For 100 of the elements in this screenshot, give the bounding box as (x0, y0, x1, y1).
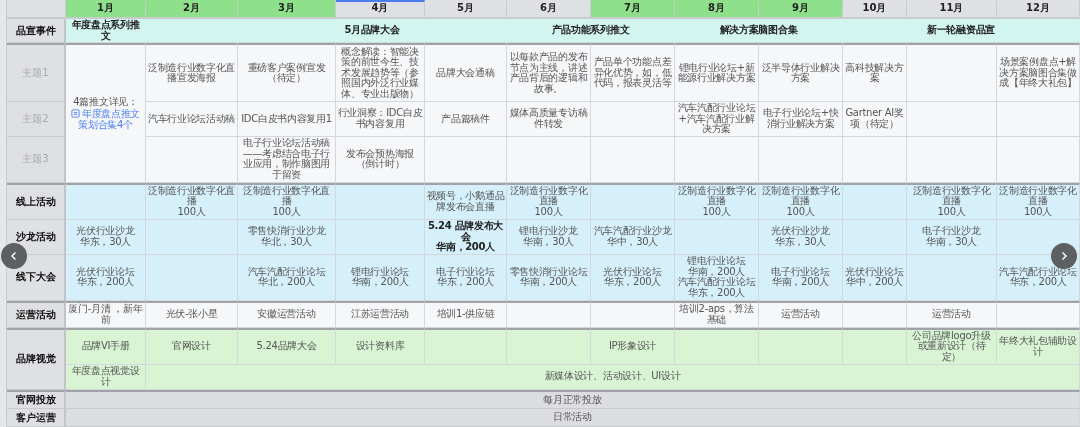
cell-text: 100人 (702, 207, 731, 218)
cell-text: 锂电行业论坛 (687, 256, 746, 267)
month-header: 5月 (425, 0, 507, 19)
cell-text: 概念解读：智能决策的前世今生、技术发展趋势等（参照国内外泛行业媒体、专业出版物） (340, 46, 420, 100)
cell-text: 华南，30人 (523, 236, 574, 248)
cell-text: IDC白皮书内容复用1 (241, 113, 332, 124)
row-label: 沙龙活动 (15, 229, 56, 244)
row-label: 运营活动 (15, 307, 56, 322)
month-header: 3月 (238, 0, 336, 19)
cell-text: 产品篇稿件 (441, 113, 490, 124)
cell-text: 每月正常投放 (543, 394, 602, 406)
cell-text: 100人 (272, 207, 301, 218)
cell-text: 光伏-张小星 (165, 309, 218, 320)
month-header: 12月 (997, 0, 1080, 19)
cell-text: 华东，200人 (1009, 277, 1067, 288)
cell-text: 泛制造行业数字化直播宣发海报 (147, 62, 236, 84)
cell-text: 厦门-月清 ，新年前 (67, 304, 144, 326)
row-label: 官网投放 (15, 392, 56, 407)
cell-text: 泛半导体行业解决方案 (760, 62, 841, 84)
cell-text: 场景案例盘点+解决方案脑图合集做成【年终大礼包】 (998, 57, 1078, 89)
cell-text: 华中，30人 (607, 236, 658, 248)
month-header: 6月 (507, 0, 591, 19)
cell-text: 华南，200人 (520, 277, 577, 288)
cell-text: 解决方案脑图合集 (719, 25, 798, 36)
cell-text: 零售快消行业沙龙 (247, 226, 326, 237)
month-header: 4月 (336, 0, 425, 19)
month-header: 8月 (675, 0, 759, 19)
cell-text: 电子行业论坛 (771, 266, 830, 278)
cell-text: 华南，30人 (926, 236, 977, 248)
cell-text: 华东，200人 (77, 277, 134, 288)
cell-text: 年度盘点系列推文 (70, 20, 141, 42)
cell-text: 产品单个功能点差异化优势，如，低代码，报表灵活等 (592, 57, 673, 89)
cell-text: 视频号，小鹅通品牌发布会直播 (426, 191, 505, 213)
cell-text: 发布会预热海报（倒计时） (345, 148, 415, 170)
cell-text: 年终大礼包辅助设计 (998, 336, 1078, 358)
cell-text: 汽车汽配行业论坛+汽车汽配行业解决方案 (676, 103, 757, 135)
cell-text: 光伏行业沙龙 (771, 226, 830, 237)
cell-text: 运营活动 (781, 309, 820, 320)
cell-text: 泛制造行业数字化直播 (241, 186, 332, 207)
cell-text: 媒体高质量专访稿件转发 (508, 108, 589, 130)
cell-text: 汽车汽配行业论坛 (247, 266, 326, 278)
plan-link[interactable]: 年度盘点推文策划合集4个 (67, 109, 144, 131)
row-label: 品宣事件 (15, 23, 56, 38)
cell-text: 100人 (937, 207, 966, 218)
cell-text: 锂电行业论坛 (350, 266, 410, 278)
cell-text: 光伏行业论坛 (845, 266, 904, 278)
cell-text: 行业洞察：IDC白皮书内容复用 (337, 108, 423, 130)
cell-text: 电子行业论坛+快消行业解决方案 (761, 108, 840, 130)
cell-text: 100人 (786, 207, 815, 218)
cell-text: 锂电行业沙龙 (519, 226, 578, 237)
month-header: 9月 (759, 0, 843, 19)
cell-text: 华南，200人 (772, 277, 829, 288)
cell-text: 华南，200人 (436, 242, 495, 253)
cell-text: 华东，200人 (604, 277, 661, 288)
cell-text: Gartner AI奖项（待定） (844, 108, 905, 130)
cell-text: 华东，30人 (80, 236, 131, 248)
cell-text: 华中，200人 (846, 277, 903, 288)
cell-text: 4篇推文详见： (73, 96, 138, 108)
cell-text: 高科技解决方案 (844, 62, 905, 84)
cell-text: 光伏行业沙龙 (76, 226, 135, 237)
cell-text: IP形象设计 (608, 341, 657, 352)
cell-text: 泛制造行业数字化直播 (676, 186, 757, 207)
cell-text: 品牌VI手册 (81, 341, 130, 352)
row-label: 品牌视觉 (15, 352, 56, 367)
cell-text: 泛制造行业数字化直播 (147, 186, 236, 207)
cell-text: 江苏运营活动 (350, 309, 410, 320)
row-label: 线下大会 (15, 270, 56, 285)
cell-text: 5.24品牌大会 (256, 341, 317, 352)
cell-text: 新媒体设计、活动设计、UI设计 (544, 371, 681, 382)
cell-text: 100人 (534, 207, 563, 218)
cell-text: 以每款产品的发布节点为主线，讲述产品背后的逻辑和故事。 (508, 52, 589, 95)
cell-text: 泛制造行业数字化直播 (760, 186, 841, 207)
cell-text: 锂电行业论坛+新能源行业解决方案 (676, 62, 757, 84)
cell-text: 安徽运营活动 (257, 309, 316, 320)
cell-text: 汽车行业论坛活动稿 (147, 113, 236, 124)
cell-text: 零售快消行业论坛 (509, 266, 588, 278)
month-header: 2月 (146, 0, 238, 19)
cell-text: 汽车汽配行业论坛 (677, 277, 756, 288)
cell-text: 华东，200人 (688, 287, 745, 299)
chevron-right-icon (1059, 251, 1069, 262)
row-label: 线上活动 (15, 194, 56, 209)
cell-text: 华南，200人 (351, 277, 409, 288)
cell-text: 华东，30人 (775, 236, 826, 248)
cell-text: 产品功能系列推文 (551, 25, 630, 36)
month-header: 11月 (907, 0, 997, 19)
cell-text: 培训2-aps，算法基础 (678, 304, 755, 326)
cell-text: 泛制造行业数字化直播 (911, 186, 992, 207)
cell-text: 100人 (177, 207, 206, 218)
cell-text: 华北，200人 (258, 277, 315, 288)
cell-text: 汽车汽配行业沙龙 (593, 226, 672, 237)
cell-text: 年度盘点视觉设计 (70, 366, 141, 388)
cell-text: 电子行业论坛活动稿——考虑结合电子行业应用，制作脑图用于留资 (241, 138, 332, 181)
month-header: 10月 (843, 0, 907, 19)
cell-text: 公司品牌logo升级或重新设计（待定） (911, 330, 992, 363)
cell-text: 品牌大会通稿 (436, 67, 495, 79)
cell-text: 设计资料库 (355, 341, 405, 352)
cell-text: 官网设计 (172, 341, 211, 352)
cell-text: 电子行业沙龙 (922, 226, 981, 237)
cell-text: 日常活动 (553, 412, 592, 423)
cell-text: 5月品牌大会 (344, 25, 400, 36)
